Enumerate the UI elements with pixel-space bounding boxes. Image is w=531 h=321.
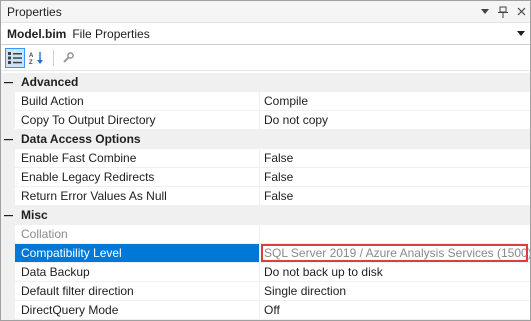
property-name[interactable]: Enable Legacy Redirects — [15, 168, 260, 187]
property-value[interactable]: Compile — [260, 92, 530, 111]
object-selector[interactable]: Model.bim File Properties — [1, 23, 530, 45]
property-row-return-error-values[interactable]: Return Error Values As Null False — [1, 187, 530, 206]
alphabetical-icon[interactable]: A Z — [27, 48, 47, 68]
row-gutter — [1, 301, 15, 320]
row-gutter — [1, 168, 15, 187]
property-row-compatibility-level[interactable]: Compatibility Level SQL Server 2019 / Az… — [1, 244, 530, 263]
property-name[interactable]: Build Action — [15, 92, 260, 111]
object-type: File Properties — [72, 26, 150, 41]
property-row-build-action[interactable]: Build Action Compile — [1, 92, 530, 111]
collapse-icon[interactable] — [1, 206, 15, 224]
categorized-icon[interactable] — [5, 47, 25, 68]
property-name[interactable]: Enable Fast Combine — [15, 149, 260, 168]
property-row-enable-legacy-redirects[interactable]: Enable Legacy Redirects False — [1, 168, 530, 187]
property-value[interactable]: Single direction — [260, 282, 530, 301]
category-data-access-options[interactable]: Data Access Options — [1, 130, 530, 149]
property-pages-icon[interactable] — [58, 48, 78, 68]
close-icon[interactable] — [512, 3, 530, 21]
property-name[interactable]: Compatibility Level — [15, 244, 260, 263]
property-grid: Advanced Build Action Compile Copy To Ou… — [1, 73, 530, 320]
property-row-collation[interactable]: Collation — [1, 225, 530, 244]
property-name[interactable]: Data Backup — [15, 263, 260, 282]
properties-toolbar: A Z — [1, 45, 530, 71]
row-gutter — [1, 92, 15, 111]
toolbar-separator — [53, 49, 54, 66]
property-row-default-filter-direction[interactable]: Default filter direction Single directio… — [1, 282, 530, 301]
property-value[interactable] — [260, 225, 530, 244]
property-value-highlighted[interactable]: SQL Server 2019 / Azure Analysis Service… — [260, 244, 530, 263]
row-gutter — [1, 187, 15, 206]
category-misc[interactable]: Misc — [1, 206, 530, 225]
property-value[interactable]: False — [260, 149, 530, 168]
property-value[interactable]: Do not copy — [260, 111, 530, 130]
property-name[interactable]: Collation — [15, 225, 260, 244]
property-name[interactable]: Return Error Values As Null — [15, 187, 260, 206]
row-gutter — [1, 149, 15, 168]
row-gutter — [1, 282, 15, 301]
svg-text:A: A — [29, 53, 34, 59]
property-row-copy-to-output[interactable]: Copy To Output Directory Do not copy — [1, 111, 530, 130]
property-value[interactable]: Off — [260, 301, 530, 320]
dropdown-icon[interactable] — [476, 3, 494, 21]
collapse-icon[interactable] — [1, 130, 15, 148]
row-gutter — [1, 244, 15, 263]
property-row-data-backup[interactable]: Data Backup Do not back up to disk — [1, 263, 530, 282]
row-gutter — [1, 225, 15, 244]
row-gutter — [1, 263, 15, 282]
property-value-text: SQL Server 2019 / Azure Analysis Service… — [264, 246, 530, 260]
category-advanced[interactable]: Advanced — [1, 73, 530, 92]
property-row-enable-fast-combine[interactable]: Enable Fast Combine False — [1, 149, 530, 168]
chevron-down-icon[interactable] — [512, 31, 530, 36]
category-label: Data Access Options — [21, 132, 141, 146]
properties-window: Properties Model.bim File Properties A Z… — [0, 0, 531, 321]
property-value[interactable]: Do not back up to disk — [260, 263, 530, 282]
pin-icon[interactable] — [494, 3, 512, 21]
collapse-icon[interactable] — [1, 73, 15, 91]
property-name[interactable]: Default filter direction — [15, 282, 260, 301]
row-gutter — [1, 111, 15, 130]
property-value[interactable]: False — [260, 168, 530, 187]
svg-text:Z: Z — [29, 60, 33, 65]
category-label: Advanced — [21, 75, 79, 89]
title-bar: Properties — [1, 1, 530, 23]
property-name[interactable]: Copy To Output Directory — [15, 111, 260, 130]
category-label: Misc — [21, 208, 48, 222]
object-name: Model.bim — [7, 26, 67, 41]
property-value[interactable]: False — [260, 187, 530, 206]
window-title: Properties — [7, 4, 62, 19]
property-name[interactable]: DirectQuery Mode — [15, 301, 260, 320]
property-row-directquery-mode[interactable]: DirectQuery Mode Off — [1, 301, 530, 320]
